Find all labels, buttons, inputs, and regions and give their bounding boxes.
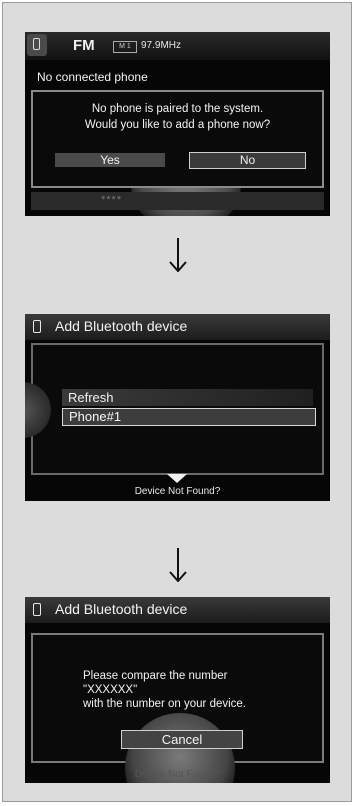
compare-message-line3: with the number on your device. (83, 698, 247, 710)
refresh-item[interactable]: Refresh (62, 389, 313, 406)
phone-icon (33, 320, 41, 333)
dial-knob-graphic (25, 375, 53, 445)
add-bluetooth-screen: Add Bluetooth device Refresh Phone#1 Dev… (25, 314, 330, 501)
phone-prompt-screen: FM M 1 97.9MHz No connected phone No pho… (25, 32, 330, 216)
radio-frequency: 97.9MHz (141, 40, 182, 51)
compare-number-code: "XXXXXX" (83, 684, 138, 696)
chevron-down-icon (167, 474, 187, 483)
down-arrow-icon (168, 238, 188, 272)
pair-phone-dialog: No phone is paired to the system. Would … (31, 90, 324, 188)
radio-band: FM (73, 37, 95, 54)
preset-indicator: M 1 (113, 41, 137, 53)
compare-message-line1: Please compare the number (83, 670, 228, 682)
cancel-button[interactable]: Cancel (121, 730, 243, 749)
phone-tab[interactable] (27, 34, 47, 56)
dialog-message-line1: No phone is paired to the system. (91, 103, 264, 115)
screen-title: Add Bluetooth device (55, 601, 188, 617)
device-not-found-link: Device Not Found? (134, 769, 221, 780)
status-bar: FM M 1 97.9MHz (25, 32, 330, 60)
phone-entry-row: **** (31, 192, 324, 210)
screen-title: Add Bluetooth device (55, 318, 188, 334)
connection-status: No connected phone (37, 70, 148, 84)
device-not-found-link[interactable]: Device Not Found? (25, 486, 330, 497)
phone-icon (33, 603, 41, 616)
title-bar: Add Bluetooth device (25, 597, 330, 623)
compare-number-screen: Add Bluetooth device Please compare the … (25, 597, 330, 783)
dialog-message-line2: Would you like to add a phone now? (84, 119, 271, 131)
down-arrow-icon (168, 548, 188, 582)
device-item-phone1[interactable]: Phone#1 (62, 408, 316, 426)
phone-icon (33, 38, 40, 50)
masked-entry: **** (101, 194, 123, 206)
no-button[interactable]: No (189, 152, 306, 169)
title-bar: Add Bluetooth device (25, 314, 330, 340)
yes-button[interactable]: Yes (55, 153, 165, 167)
